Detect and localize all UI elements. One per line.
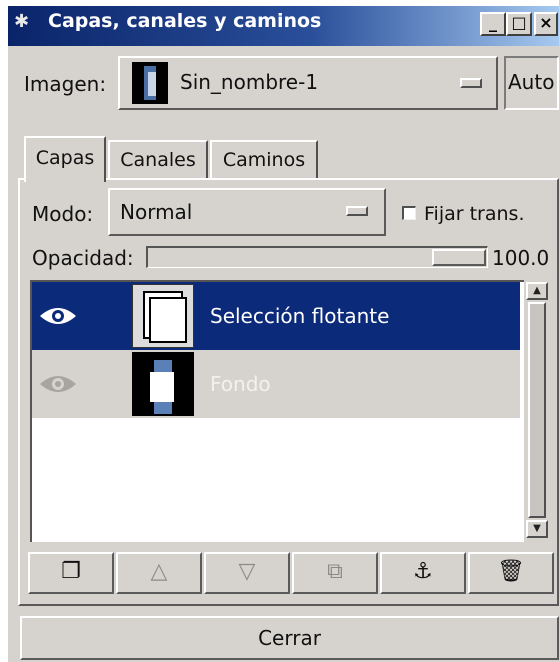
tab-caminos[interactable]: Caminos xyxy=(210,140,318,178)
lower-layer-icon: ▽ xyxy=(238,559,256,584)
scroll-down-icon[interactable]: ▼ xyxy=(526,520,548,538)
image-label: Imagen: xyxy=(24,72,107,96)
selected-image-name: Sin_nombre-1 xyxy=(180,70,319,94)
opacity-slider[interactable] xyxy=(146,246,488,268)
eye-icon[interactable] xyxy=(38,302,78,330)
new-layer-icon: ❐ xyxy=(61,559,81,584)
raise-layer-button[interactable]: △ xyxy=(116,552,202,594)
opacity-slider-handle[interactable] xyxy=(432,249,486,266)
anchor-layer-button[interactable]: ⚓ xyxy=(380,552,466,594)
window-title: Capas, canales y caminos xyxy=(48,10,322,32)
layer-row[interactable]: Selección flotante xyxy=(32,282,520,350)
keep-trans-checkbox[interactable] xyxy=(402,206,416,220)
layers-list: Selección flotante Fondo xyxy=(30,280,530,542)
scroll-up-icon[interactable]: ▲ xyxy=(526,282,548,300)
eye-icon[interactable] xyxy=(38,370,78,398)
tab-label: Canales xyxy=(120,149,196,171)
duplicate-layer-button[interactable]: ⧉ xyxy=(292,552,378,594)
layer-name: Selección flotante xyxy=(210,304,390,328)
new-layer-button[interactable]: ❐ xyxy=(28,552,114,594)
tab-capas[interactable]: Capas xyxy=(24,136,106,182)
maximize-button[interactable]: □ xyxy=(506,12,532,36)
image-thumbnail xyxy=(132,62,168,104)
keep-trans-label[interactable]: Fijar trans. xyxy=(424,202,524,226)
lower-layer-button[interactable]: ▽ xyxy=(204,552,290,594)
dropdown-indicator-icon xyxy=(460,78,482,88)
delete-layer-button[interactable]: 🗑 xyxy=(468,552,554,594)
anchor-layer-icon: ⚓ xyxy=(413,559,433,584)
duplicate-layer-icon: ⧉ xyxy=(327,559,343,584)
raise-layer-icon: △ xyxy=(150,559,168,584)
close-button-label: Cerrar xyxy=(258,626,321,650)
opacity-value: 100.0 xyxy=(492,246,550,270)
auto-button[interactable]: Auto xyxy=(504,56,559,110)
minimize-icon: _ xyxy=(489,13,497,32)
close-button[interactable]: Cerrar xyxy=(20,616,559,660)
opacity-label: Opacidad: xyxy=(32,246,134,270)
layer-name: Fondo xyxy=(210,372,271,396)
tab-canales[interactable]: Canales xyxy=(108,140,208,178)
app-icon: ✱ xyxy=(14,11,30,32)
close-icon: × xyxy=(539,13,553,32)
minimize-button[interactable]: _ xyxy=(480,12,506,36)
maximize-icon: □ xyxy=(511,13,527,32)
scrollbar[interactable]: ▲ ▼ xyxy=(524,280,550,542)
close-window-button[interactable]: × xyxy=(534,12,558,36)
dropdown-indicator-icon xyxy=(346,206,368,216)
layer-row[interactable]: Fondo xyxy=(32,350,520,418)
mode-value: Normal xyxy=(120,200,193,224)
tab-label: Caminos xyxy=(222,149,306,171)
layer-thumbnail xyxy=(132,284,194,348)
image-selector[interactable]: Sin_nombre-1 xyxy=(118,56,498,110)
layer-thumbnail xyxy=(132,352,194,416)
auto-label: Auto xyxy=(508,70,555,94)
mode-selector[interactable]: Normal xyxy=(108,188,386,236)
mode-label: Modo: xyxy=(32,202,94,226)
scrollbar-thumb[interactable] xyxy=(528,302,546,518)
tab-label: Capas xyxy=(35,147,95,169)
delete-layer-icon: 🗑 xyxy=(497,559,525,584)
